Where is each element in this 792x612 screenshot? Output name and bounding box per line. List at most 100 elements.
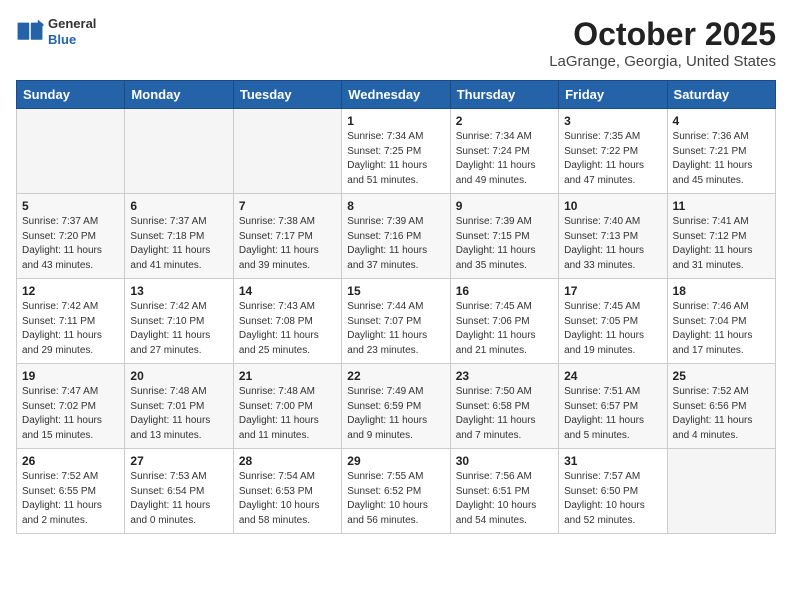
calendar-cell xyxy=(17,109,125,194)
title-section: October 2025 LaGrange, Georgia, United S… xyxy=(549,16,776,70)
day-number: 11 xyxy=(673,199,770,213)
calendar-cell: 28Sunrise: 7:54 AM Sunset: 6:53 PM Dayli… xyxy=(233,449,341,534)
logo-general-text: General xyxy=(48,16,96,32)
calendar-cell: 9 Sunrise: 7:39 AM Sunset: 7:15 PM Daylig… xyxy=(450,194,558,279)
day-info: Sunrise: 7:53 AM Sunset: 6:54 PM Dayligh… xyxy=(130,470,227,528)
calendar-cell: 7Sunrise: 7:38 AM Sunset: 7:17 PM Daylig… xyxy=(233,194,341,279)
day-number: 18 xyxy=(673,284,770,298)
day-info: Sunrise: 7:41 AM Sunset: 7:12 PM Dayligh… xyxy=(673,215,770,273)
day-number: 14 xyxy=(239,284,336,298)
day-number: 19 xyxy=(22,369,119,383)
day-info: Sunrise: 7:37 AM Sunset: 7:20 PM Dayligh… xyxy=(22,215,119,273)
calendar-table: SundayMondayTuesdayWednesdayThursdayFrid… xyxy=(16,80,776,534)
day-number: 9 xyxy=(456,199,553,213)
page-header: General Blue October 2025 LaGrange, Geor… xyxy=(16,16,776,70)
day-number: 16 xyxy=(456,284,553,298)
calendar-cell: 31 Sunrise: 7:57 AM Sunset: 6:50 PM Dayli… xyxy=(559,449,667,534)
day-info: Sunrise: 7:47 AM Sunset: 7:02 PM Dayligh… xyxy=(22,385,119,443)
calendar-cell: 6Sunrise: 7:37 AM Sunset: 7:18 PM Daylig… xyxy=(125,194,233,279)
day-info: Sunrise: 7:49 AM Sunset: 6:59 PM Dayligh… xyxy=(347,385,444,443)
calendar-cell: 29 Sunrise: 7:55 AM Sunset: 6:52 PM Dayli… xyxy=(342,449,450,534)
day-number: 30 xyxy=(456,454,553,468)
day-info: Sunrise: 7:48 AM Sunset: 7:00 PM Dayligh… xyxy=(239,385,336,443)
day-number: 12 xyxy=(22,284,119,298)
day-info: Sunrise: 7:54 AM Sunset: 6:53 PM Dayligh… xyxy=(239,470,336,528)
calendar-cell: 12 Sunrise: 7:42 AM Sunset: 7:11 PM Dayli… xyxy=(17,279,125,364)
week-row-1: 1Sunrise: 7:34 AM Sunset: 7:25 PM Daylig… xyxy=(17,109,776,194)
calendar-cell: 19 Sunrise: 7:47 AM Sunset: 7:02 PM Dayli… xyxy=(17,364,125,449)
month-title: October 2025 xyxy=(549,16,776,53)
day-info: Sunrise: 7:42 AM Sunset: 7:11 PM Dayligh… xyxy=(22,300,119,358)
column-header-friday: Friday xyxy=(559,81,667,109)
column-header-thursday: Thursday xyxy=(450,81,558,109)
calendar-cell: 1Sunrise: 7:34 AM Sunset: 7:25 PM Daylig… xyxy=(342,109,450,194)
day-number: 4 xyxy=(673,114,770,128)
calendar-cell: 27 Sunrise: 7:53 AM Sunset: 6:54 PM Dayli… xyxy=(125,449,233,534)
day-number: 27 xyxy=(130,454,227,468)
day-info: Sunrise: 7:52 AM Sunset: 6:55 PM Dayligh… xyxy=(22,470,119,528)
column-header-tuesday: Tuesday xyxy=(233,81,341,109)
calendar-cell: 22 Sunrise: 7:49 AM Sunset: 6:59 PM Dayli… xyxy=(342,364,450,449)
calendar-cell: 5 Sunrise: 7:37 AM Sunset: 7:20 PM Daylig… xyxy=(17,194,125,279)
day-info: Sunrise: 7:35 AM Sunset: 7:22 PM Dayligh… xyxy=(564,130,661,188)
column-header-monday: Monday xyxy=(125,81,233,109)
day-info: Sunrise: 7:36 AM Sunset: 7:21 PM Dayligh… xyxy=(673,130,770,188)
calendar-cell: 18 Sunrise: 7:46 AM Sunset: 7:04 PM Dayli… xyxy=(667,279,775,364)
day-info: Sunrise: 7:43 AM Sunset: 7:08 PM Dayligh… xyxy=(239,300,336,358)
calendar-cell: 11 Sunrise: 7:41 AM Sunset: 7:12 PM Dayli… xyxy=(667,194,775,279)
day-info: Sunrise: 7:42 AM Sunset: 7:10 PM Dayligh… xyxy=(130,300,227,358)
week-row-3: 12 Sunrise: 7:42 AM Sunset: 7:11 PM Dayli… xyxy=(17,279,776,364)
day-info: Sunrise: 7:39 AM Sunset: 7:15 PM Dayligh… xyxy=(456,215,553,273)
calendar-cell: 21Sunrise: 7:48 AM Sunset: 7:00 PM Dayli… xyxy=(233,364,341,449)
logo: General Blue xyxy=(16,16,96,47)
day-info: Sunrise: 7:50 AM Sunset: 6:58 PM Dayligh… xyxy=(456,385,553,443)
week-row-5: 26 Sunrise: 7:52 AM Sunset: 6:55 PM Dayli… xyxy=(17,449,776,534)
day-info: Sunrise: 7:45 AM Sunset: 7:06 PM Dayligh… xyxy=(456,300,553,358)
day-number: 31 xyxy=(564,454,661,468)
calendar-cell: 25Sunrise: 7:52 AM Sunset: 6:56 PM Dayli… xyxy=(667,364,775,449)
logo-icon xyxy=(16,18,44,46)
calendar-cell: 20 Sunrise: 7:48 AM Sunset: 7:01 PM Dayli… xyxy=(125,364,233,449)
day-number: 8 xyxy=(347,199,444,213)
day-number: 5 xyxy=(22,199,119,213)
week-row-4: 19 Sunrise: 7:47 AM Sunset: 7:02 PM Dayli… xyxy=(17,364,776,449)
calendar-cell: 16 Sunrise: 7:45 AM Sunset: 7:06 PM Dayli… xyxy=(450,279,558,364)
day-number: 22 xyxy=(347,369,444,383)
day-info: Sunrise: 7:48 AM Sunset: 7:01 PM Dayligh… xyxy=(130,385,227,443)
day-number: 20 xyxy=(130,369,227,383)
day-info: Sunrise: 7:52 AM Sunset: 6:56 PM Dayligh… xyxy=(673,385,770,443)
day-number: 2 xyxy=(456,114,553,128)
week-row-2: 5 Sunrise: 7:37 AM Sunset: 7:20 PM Daylig… xyxy=(17,194,776,279)
calendar-cell: 4 Sunrise: 7:36 AM Sunset: 7:21 PM Daylig… xyxy=(667,109,775,194)
day-info: Sunrise: 7:39 AM Sunset: 7:16 PM Dayligh… xyxy=(347,215,444,273)
day-number: 3 xyxy=(564,114,661,128)
day-number: 17 xyxy=(564,284,661,298)
column-header-wednesday: Wednesday xyxy=(342,81,450,109)
day-info: Sunrise: 7:34 AM Sunset: 7:24 PM Dayligh… xyxy=(456,130,553,188)
day-number: 26 xyxy=(22,454,119,468)
calendar-cell: 2 Sunrise: 7:34 AM Sunset: 7:24 PM Daylig… xyxy=(450,109,558,194)
day-number: 1 xyxy=(347,114,444,128)
column-header-sunday: Sunday xyxy=(17,81,125,109)
day-number: 10 xyxy=(564,199,661,213)
day-info: Sunrise: 7:46 AM Sunset: 7:04 PM Dayligh… xyxy=(673,300,770,358)
day-number: 29 xyxy=(347,454,444,468)
day-info: Sunrise: 7:56 AM Sunset: 6:51 PM Dayligh… xyxy=(456,470,553,528)
day-number: 7 xyxy=(239,199,336,213)
day-info: Sunrise: 7:55 AM Sunset: 6:52 PM Dayligh… xyxy=(347,470,444,528)
day-number: 15 xyxy=(347,284,444,298)
logo-blue-text: Blue xyxy=(48,32,96,48)
day-info: Sunrise: 7:44 AM Sunset: 7:07 PM Dayligh… xyxy=(347,300,444,358)
calendar-cell: 8 Sunrise: 7:39 AM Sunset: 7:16 PM Daylig… xyxy=(342,194,450,279)
day-number: 13 xyxy=(130,284,227,298)
calendar-cell: 14 Sunrise: 7:43 AM Sunset: 7:08 PM Dayli… xyxy=(233,279,341,364)
calendar-cell: 3 Sunrise: 7:35 AM Sunset: 7:22 PM Daylig… xyxy=(559,109,667,194)
calendar-cell xyxy=(125,109,233,194)
day-number: 6 xyxy=(130,199,227,213)
day-info: Sunrise: 7:51 AM Sunset: 6:57 PM Dayligh… xyxy=(564,385,661,443)
day-info: Sunrise: 7:57 AM Sunset: 6:50 PM Dayligh… xyxy=(564,470,661,528)
column-header-saturday: Saturday xyxy=(667,81,775,109)
calendar-cell: 23Sunrise: 7:50 AM Sunset: 6:58 PM Dayli… xyxy=(450,364,558,449)
calendar-cell: 13 Sunrise: 7:42 AM Sunset: 7:10 PM Dayli… xyxy=(125,279,233,364)
calendar-cell xyxy=(667,449,775,534)
